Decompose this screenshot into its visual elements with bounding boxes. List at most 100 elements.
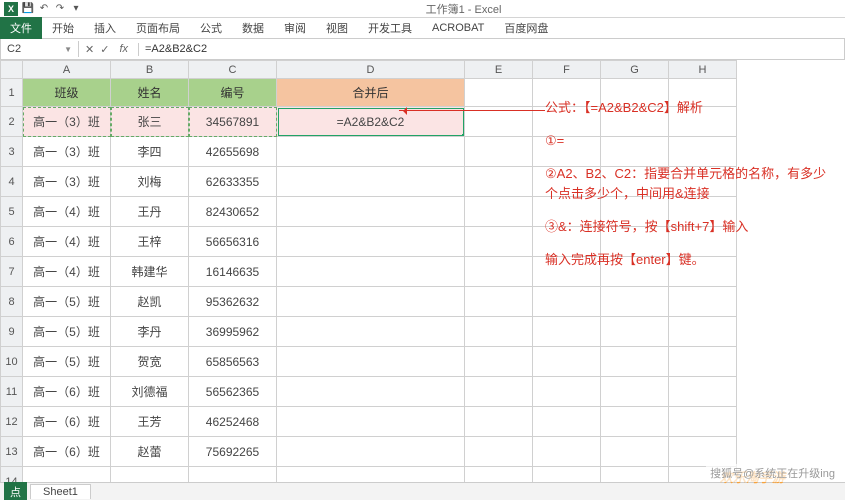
cell[interactable]: 赵蕾 xyxy=(111,437,189,467)
cell[interactable] xyxy=(533,377,601,407)
cell[interactable] xyxy=(533,437,601,467)
cell[interactable] xyxy=(601,437,669,467)
tab-pagelayout[interactable]: 页面布局 xyxy=(126,17,190,39)
row-header[interactable]: 3 xyxy=(1,137,23,167)
cell[interactable] xyxy=(277,407,465,437)
cell[interactable] xyxy=(23,467,111,483)
cell[interactable]: 贺宽 xyxy=(111,347,189,377)
cell[interactable] xyxy=(601,407,669,437)
cell[interactable] xyxy=(277,377,465,407)
cell[interactable] xyxy=(465,467,533,483)
tab-review[interactable]: 审阅 xyxy=(274,17,316,39)
cell[interactable]: 34567891 xyxy=(189,107,277,137)
cell[interactable] xyxy=(277,257,465,287)
cell[interactable] xyxy=(277,167,465,197)
formula-input[interactable]: =A2&B2&C2 xyxy=(139,41,844,57)
cell[interactable]: 56656316 xyxy=(189,227,277,257)
col-header-D[interactable]: D xyxy=(277,61,465,79)
undo-icon[interactable]: ↶ xyxy=(38,3,50,15)
cell[interactable] xyxy=(669,407,737,437)
cell[interactable] xyxy=(533,467,601,483)
cell[interactable]: 56562365 xyxy=(189,377,277,407)
col-header-C[interactable]: C xyxy=(189,61,277,79)
cell[interactable]: 高一（6）班 xyxy=(23,377,111,407)
row-header[interactable]: 9 xyxy=(1,317,23,347)
chevron-down-icon[interactable]: ▼ xyxy=(64,45,72,54)
cell[interactable] xyxy=(277,437,465,467)
cell[interactable]: 王芳 xyxy=(111,407,189,437)
sheet-tab[interactable]: Sheet1 xyxy=(30,484,91,499)
cell[interactable]: 36995962 xyxy=(189,317,277,347)
cell[interactable]: 62633355 xyxy=(189,167,277,197)
cell[interactable]: 95362632 xyxy=(189,287,277,317)
cell[interactable] xyxy=(601,287,669,317)
cell[interactable] xyxy=(465,377,533,407)
cell[interactable] xyxy=(669,377,737,407)
cell[interactable] xyxy=(465,137,533,167)
cell[interactable] xyxy=(465,227,533,257)
cell[interactable] xyxy=(277,137,465,167)
tab-file[interactable]: 文件 xyxy=(0,17,42,39)
row-header[interactable]: 11 xyxy=(1,377,23,407)
cell[interactable] xyxy=(111,467,189,483)
cell[interactable] xyxy=(465,437,533,467)
header-cell[interactable]: 班级 xyxy=(23,79,111,107)
cell[interactable]: 高一（3）班 xyxy=(23,167,111,197)
cell[interactable] xyxy=(533,407,601,437)
cell[interactable] xyxy=(189,467,277,483)
cell[interactable] xyxy=(601,347,669,377)
cell[interactable] xyxy=(601,317,669,347)
select-all-corner[interactable] xyxy=(1,61,23,79)
cell[interactable]: 赵凯 xyxy=(111,287,189,317)
col-header-B[interactable]: B xyxy=(111,61,189,79)
cell[interactable]: 高一（6）班 xyxy=(23,437,111,467)
cell[interactable]: 韩建华 xyxy=(111,257,189,287)
cell[interactable] xyxy=(277,287,465,317)
cell[interactable]: 82430652 xyxy=(189,197,277,227)
cell[interactable]: 刘德福 xyxy=(111,377,189,407)
cell[interactable] xyxy=(669,317,737,347)
cell[interactable] xyxy=(669,347,737,377)
tab-data[interactable]: 数据 xyxy=(232,17,274,39)
cell[interactable]: 高一（4）班 xyxy=(23,257,111,287)
fx-icon[interactable]: fx xyxy=(115,43,132,55)
cell[interactable]: 高一（4）班 xyxy=(23,197,111,227)
cell[interactable]: 李丹 xyxy=(111,317,189,347)
cell[interactable]: 高一（5）班 xyxy=(23,347,111,377)
cell[interactable] xyxy=(533,287,601,317)
row-header[interactable]: 4 xyxy=(1,167,23,197)
cell[interactable] xyxy=(465,317,533,347)
col-header-H[interactable]: H xyxy=(669,61,737,79)
row-header[interactable]: 8 xyxy=(1,287,23,317)
cell[interactable] xyxy=(277,227,465,257)
cell[interactable] xyxy=(277,347,465,377)
cell[interactable]: 高一（4）班 xyxy=(23,227,111,257)
row-header[interactable]: 6 xyxy=(1,227,23,257)
tab-acrobat[interactable]: ACROBAT xyxy=(422,19,494,37)
save-icon[interactable]: 💾 xyxy=(22,3,34,15)
cell[interactable]: 高一（3）班 xyxy=(23,107,111,137)
cell[interactable] xyxy=(465,347,533,377)
cell[interactable]: 46252468 xyxy=(189,407,277,437)
cell[interactable] xyxy=(601,377,669,407)
row-header[interactable]: 14 xyxy=(1,467,23,483)
header-cell[interactable]: 编号 xyxy=(189,79,277,107)
cell[interactable]: 刘梅 xyxy=(111,167,189,197)
qat-dropdown-icon[interactable]: ▾ xyxy=(70,3,82,15)
tab-home[interactable]: 开始 xyxy=(42,17,84,39)
row-header[interactable]: 12 xyxy=(1,407,23,437)
col-header-G[interactable]: G xyxy=(601,61,669,79)
cell[interactable] xyxy=(465,197,533,227)
cell[interactable] xyxy=(465,107,533,137)
redo-icon[interactable]: ↷ xyxy=(54,3,66,15)
cell[interactable] xyxy=(277,197,465,227)
col-header-A[interactable]: A xyxy=(23,61,111,79)
tab-formulas[interactable]: 公式 xyxy=(190,17,232,39)
cell[interactable] xyxy=(533,347,601,377)
tab-view[interactable]: 视图 xyxy=(316,17,358,39)
cell[interactable] xyxy=(465,287,533,317)
cell[interactable]: 65856563 xyxy=(189,347,277,377)
cell[interactable] xyxy=(465,167,533,197)
cell[interactable] xyxy=(669,437,737,467)
cell[interactable]: 42655698 xyxy=(189,137,277,167)
